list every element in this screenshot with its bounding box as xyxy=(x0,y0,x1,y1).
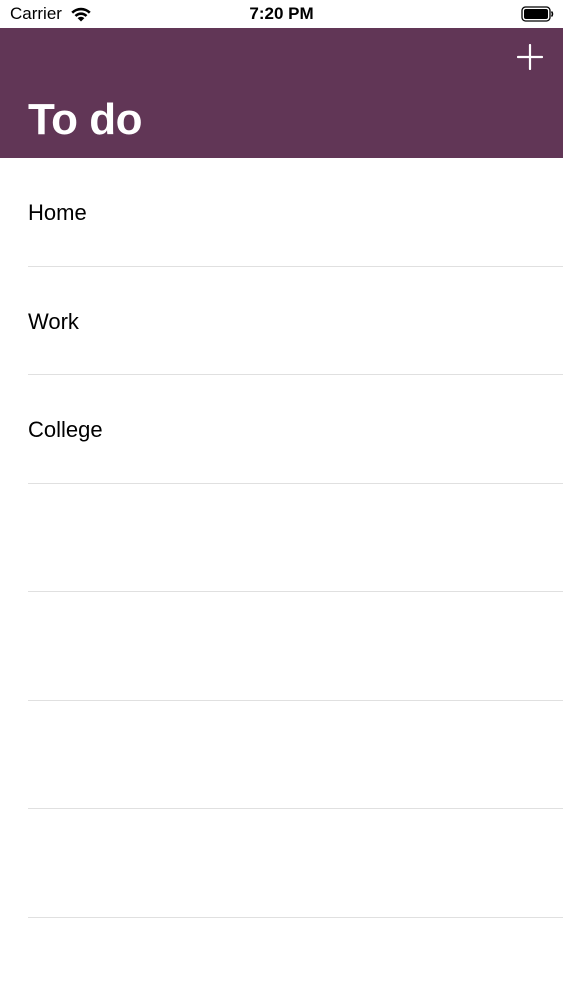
list-item-label: College xyxy=(28,417,103,442)
add-button[interactable] xyxy=(513,40,547,74)
list-item-label: Work xyxy=(28,308,79,334)
page-title: To do xyxy=(28,95,142,144)
list-item[interactable]: Home xyxy=(0,158,563,267)
battery-icon xyxy=(521,6,554,22)
list-item[interactable]: Work xyxy=(0,267,563,376)
todo-list: Home Work College xyxy=(0,158,563,918)
list-item-empty[interactable] xyxy=(0,592,563,701)
status-bar: Carrier 7:20 PM xyxy=(0,0,563,28)
navigation-bar: To do xyxy=(0,28,563,158)
list-item-empty[interactable] xyxy=(0,701,563,810)
list-item[interactable]: College xyxy=(0,375,563,484)
plus-icon xyxy=(517,44,543,70)
list-item-empty[interactable] xyxy=(0,484,563,593)
status-time: 7:20 PM xyxy=(249,4,314,23)
list-item-empty[interactable] xyxy=(0,809,563,918)
list-item-label: Home xyxy=(28,200,87,225)
